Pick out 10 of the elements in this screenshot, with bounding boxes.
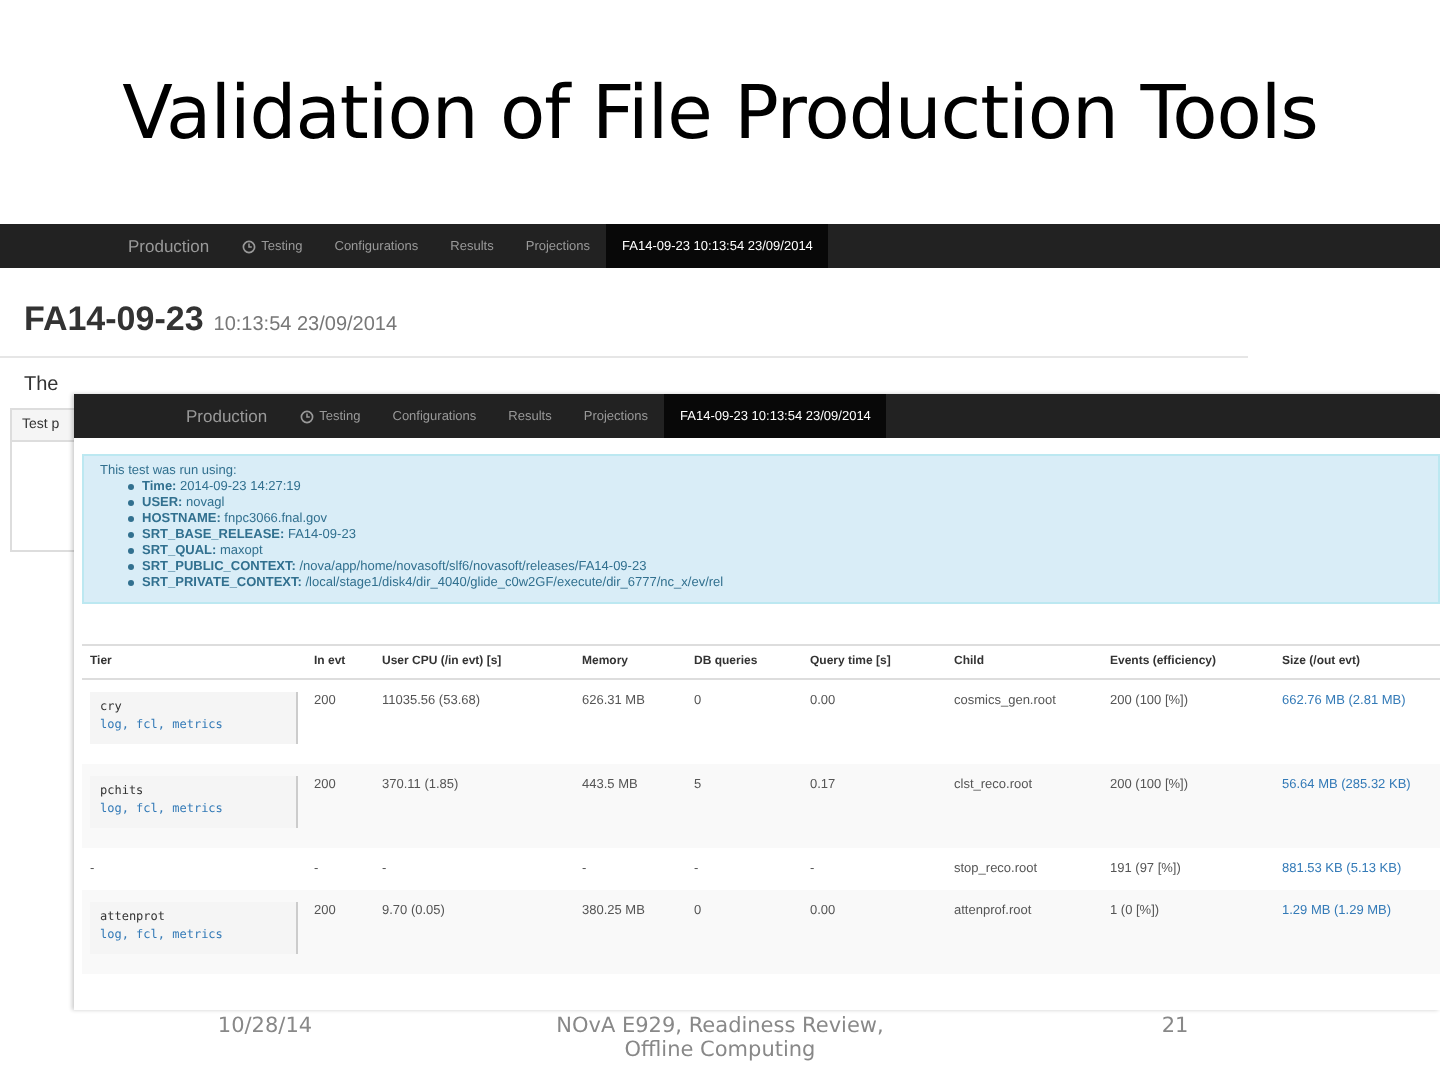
slide-footer: NOvA E929, Readiness Review, Offline Computing	[530, 1014, 910, 1062]
page-number: 21	[1159, 1014, 1191, 1038]
intro-text: The	[22, 372, 61, 400]
brand-link[interactable]: Production	[112, 224, 226, 268]
slide-title: Validation of File Production Tools	[122, 69, 1318, 155]
slide-date: 10/28/14	[215, 1014, 315, 1038]
page-heading: FA14-09-23	[24, 300, 204, 340]
clock-icon	[241, 239, 256, 253]
page-subheading: 10:13:54 23/09/2014	[213, 314, 398, 336]
clock-icon	[299, 409, 314, 423]
